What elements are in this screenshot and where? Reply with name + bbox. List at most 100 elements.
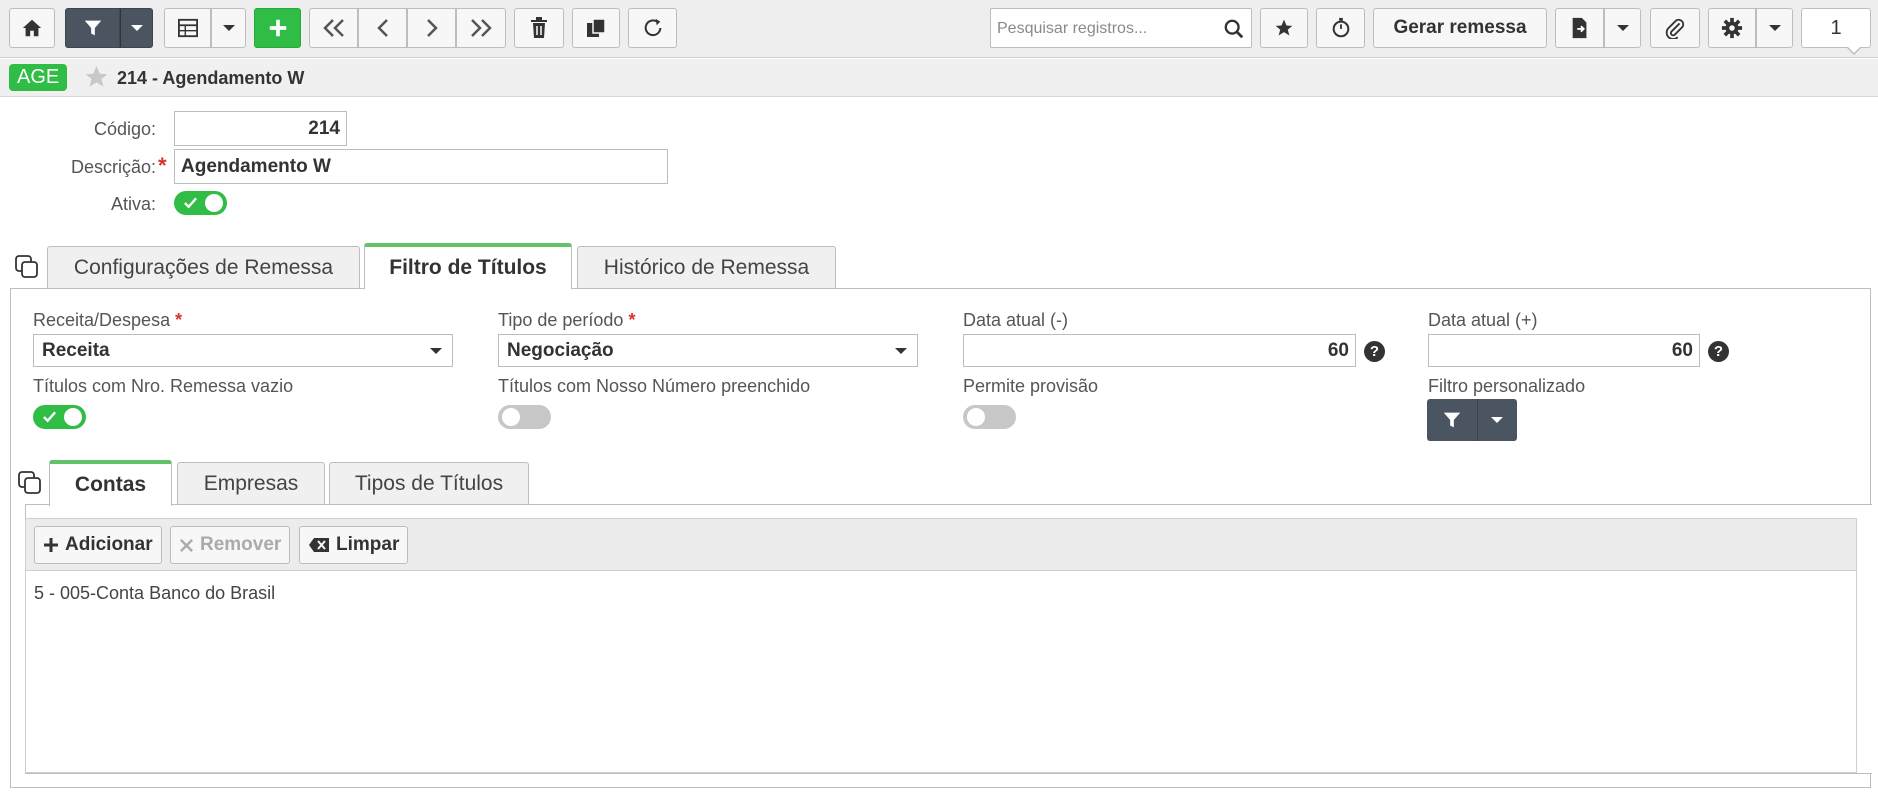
our-number-label: Títulos com Nosso Número preenchido [498, 376, 811, 396]
code-field[interactable]: 214 [174, 111, 347, 146]
search-box [990, 8, 1252, 48]
copy-icon[interactable] [14, 254, 40, 280]
period-type-label: Tipo de período * [498, 310, 636, 330]
paperclip-icon [1665, 18, 1685, 39]
help-icon[interactable]: ? [1708, 341, 1729, 362]
export-dropdown-button[interactable] [1604, 8, 1641, 48]
filter-icon [1443, 412, 1461, 428]
chevron-down-icon [430, 348, 442, 354]
delete-button[interactable] [514, 8, 564, 48]
chevron-down-icon [895, 348, 907, 354]
period-type-select[interactable]: Negociação [498, 334, 918, 367]
custom-filter-button[interactable] [1427, 399, 1517, 441]
app-root: Gerar remessa 1 AGE 214 - Agendamento W … [0, 0, 1878, 797]
revenue-expense-select[interactable]: Receita [33, 334, 453, 367]
settings-dropdown-button[interactable] [1756, 8, 1793, 48]
double-chevron-right-icon [471, 19, 492, 37]
filter-button[interactable] [65, 8, 120, 48]
clear-accounts-button[interactable]: Limpar [299, 526, 409, 564]
view-dropdown-button[interactable] [211, 8, 246, 48]
required-marker: * [158, 153, 167, 178]
star-icon [1275, 19, 1293, 36]
date-minus-label: Data atual (-) [963, 310, 1069, 330]
add-record-button[interactable] [254, 8, 301, 48]
copy-icon[interactable] [17, 470, 43, 496]
timer-button[interactable] [1316, 8, 1365, 48]
toggle-knob [502, 408, 520, 426]
gear-icon [1721, 17, 1743, 39]
check-icon [184, 197, 198, 209]
provision-toggle[interactable] [963, 405, 1016, 429]
required-marker: * [628, 310, 636, 330]
filter-icon [84, 20, 101, 36]
next-record-button[interactable] [407, 8, 456, 48]
description-field[interactable]: Agendamento W [174, 149, 668, 184]
accounts-action-bar: Adicionar Remover Limpar [25, 518, 1857, 571]
favorite-button[interactable] [1260, 8, 1308, 48]
search-icon[interactable] [1223, 18, 1245, 40]
date-plus-field[interactable]: 60 [1428, 334, 1700, 367]
description-label: Descrição: [70, 157, 156, 177]
tab-remittance-history[interactable]: Histórico de Remessa [577, 246, 836, 289]
backspace-icon [309, 538, 329, 552]
custom-filter-label: Filtro personalizado [1428, 376, 1586, 396]
tab-title-filter[interactable]: Filtro de Títulos [364, 243, 572, 289]
page-number-notch [1846, 46, 1862, 55]
attachments-button[interactable] [1650, 8, 1700, 48]
list-item[interactable]: 5 - 005-Conta Banco do Brasil [34, 583, 275, 604]
provision-label: Permite provisão [963, 376, 1099, 396]
add-account-button[interactable]: Adicionar [34, 526, 162, 564]
duplicate-button[interactable] [572, 8, 620, 48]
refresh-icon [644, 18, 661, 37]
help-icon[interactable]: ? [1364, 341, 1385, 362]
revenue-expense-value: Receita [42, 340, 110, 361]
toggle-knob [205, 194, 223, 212]
empty-remittance-toggle[interactable] [33, 405, 86, 429]
revenue-expense-label: Receita/Despesa * [33, 310, 183, 330]
previous-record-button[interactable] [358, 8, 407, 48]
last-record-button[interactable] [456, 8, 506, 48]
favorite-star-icon[interactable] [83, 64, 110, 90]
period-type-value: Negociação [507, 340, 614, 361]
record-title-bar: AGE 214 - Agendamento W [0, 59, 1878, 97]
settings-button[interactable] [1708, 8, 1756, 48]
plus-icon [44, 538, 58, 552]
search-input[interactable] [997, 17, 1217, 41]
code-label: Código: [93, 119, 156, 139]
page-number-indicator[interactable]: 1 [1801, 8, 1871, 48]
check-icon [43, 411, 57, 423]
subtab-companies[interactable]: Empresas [177, 462, 325, 505]
chevron-down-icon [222, 25, 235, 31]
our-number-toggle[interactable] [498, 405, 551, 429]
home-button[interactable] [9, 8, 55, 48]
date-minus-field[interactable]: 60 [963, 334, 1356, 367]
date-plus-label: Data atual (+) [1428, 310, 1538, 330]
chevron-left-icon [376, 19, 388, 37]
close-icon [180, 538, 193, 552]
home-icon [22, 19, 42, 37]
remove-account-button[interactable]: Remover [170, 526, 291, 564]
subtab-accounts[interactable]: Contas [49, 460, 172, 506]
stopwatch-icon [1332, 17, 1349, 38]
add-label: Adicionar [65, 534, 153, 555]
active-toggle[interactable] [174, 191, 227, 215]
first-record-button[interactable] [309, 8, 358, 48]
tab-remittance-settings[interactable]: Configurações de Remessa [47, 246, 360, 289]
generate-remittance-button[interactable]: Gerar remessa [1373, 8, 1547, 48]
export-button[interactable] [1555, 8, 1604, 48]
main-toolbar: Gerar remessa 1 [0, 0, 1878, 58]
table-view-button[interactable] [164, 8, 211, 48]
active-label: Ativa: [110, 194, 156, 214]
clear-label: Limpar [336, 534, 400, 555]
filter-dropdown-button[interactable] [120, 8, 153, 48]
double-chevron-left-icon [322, 19, 344, 37]
plus-icon [269, 19, 286, 37]
refresh-button[interactable] [628, 8, 677, 48]
toggle-knob [64, 408, 82, 426]
empty-remittance-label: Títulos com Nro. Remessa vazio [33, 376, 294, 396]
file-export-icon [1572, 17, 1586, 39]
chevron-down-icon [130, 25, 143, 31]
chevron-down-icon[interactable] [1491, 417, 1503, 423]
subtab-title-types[interactable]: Tipos de Títulos [329, 462, 529, 505]
module-badge: AGE [9, 64, 68, 91]
